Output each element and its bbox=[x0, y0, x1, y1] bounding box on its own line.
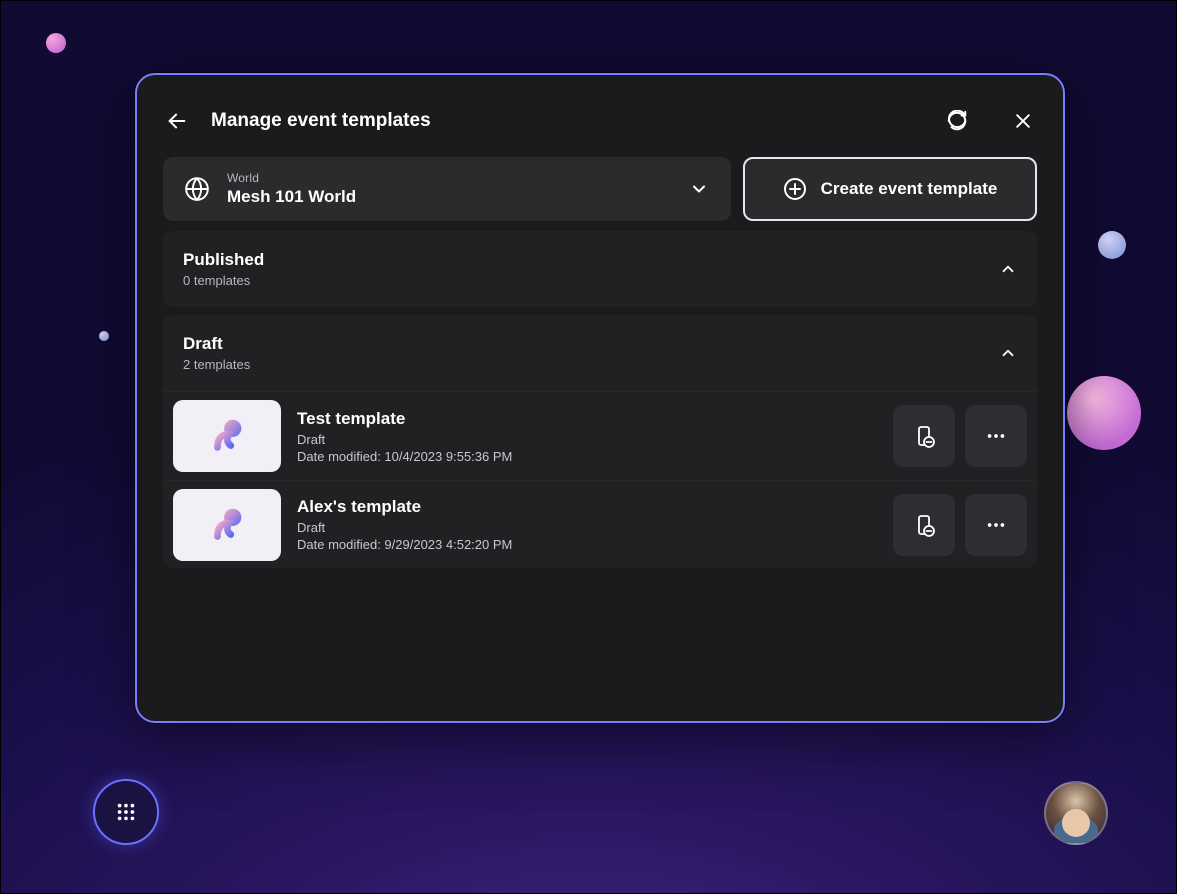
draft-rows: Test template Draft Date modified: 10/4/… bbox=[163, 391, 1037, 568]
background-orb bbox=[1098, 231, 1126, 259]
template-thumbnail bbox=[173, 489, 281, 561]
grid-icon bbox=[115, 801, 137, 823]
world-label: World bbox=[227, 171, 689, 185]
unpublish-button[interactable] bbox=[893, 405, 955, 467]
template-info: Test template Draft Date modified: 10/4/… bbox=[297, 409, 877, 464]
device-remove-icon bbox=[912, 424, 936, 448]
section-subtitle: 2 templates bbox=[183, 357, 250, 372]
template-name: Alex's template bbox=[297, 497, 877, 517]
template-thumbnail bbox=[173, 400, 281, 472]
ellipsis-icon bbox=[985, 425, 1007, 447]
refresh-icon bbox=[946, 110, 968, 132]
background-orb bbox=[99, 331, 109, 341]
ellipsis-icon bbox=[985, 514, 1007, 536]
user-avatar-button[interactable] bbox=[1044, 781, 1108, 845]
world-value: Mesh 101 World bbox=[227, 187, 689, 207]
dialog-header: Manage event templates bbox=[163, 101, 1037, 141]
create-event-template-button[interactable]: Create event template bbox=[743, 157, 1037, 221]
refresh-button[interactable] bbox=[943, 107, 971, 135]
manage-templates-dialog: Manage event templates World Mesh 101 Wo… bbox=[135, 73, 1065, 723]
section-subtitle: 0 templates bbox=[183, 273, 264, 288]
plus-circle-icon bbox=[783, 177, 807, 201]
toolbar: World Mesh 101 World Create event templa… bbox=[163, 157, 1037, 221]
globe-icon bbox=[181, 176, 213, 202]
create-button-label: Create event template bbox=[821, 179, 998, 199]
chevron-up-icon bbox=[999, 260, 1017, 278]
chevron-up-icon bbox=[999, 344, 1017, 362]
template-row[interactable]: Alex's template Draft Date modified: 9/2… bbox=[163, 480, 1037, 568]
arrow-left-icon bbox=[166, 110, 188, 132]
template-row[interactable]: Test template Draft Date modified: 10/4/… bbox=[163, 392, 1037, 480]
chevron-down-icon bbox=[689, 179, 709, 199]
app-menu-button[interactable] bbox=[93, 779, 159, 845]
template-name: Test template bbox=[297, 409, 877, 429]
section-published-header[interactable]: Published 0 templates bbox=[163, 231, 1037, 307]
template-date-modified: Date modified: 10/4/2023 9:55:36 PM bbox=[297, 449, 877, 464]
dialog-title: Manage event templates bbox=[211, 110, 905, 132]
world-selector[interactable]: World Mesh 101 World bbox=[163, 157, 731, 221]
template-status: Draft bbox=[297, 432, 877, 447]
more-button[interactable] bbox=[965, 494, 1027, 556]
close-icon bbox=[1013, 111, 1033, 131]
avatar-head bbox=[1062, 809, 1090, 837]
back-button[interactable] bbox=[163, 107, 191, 135]
more-button[interactable] bbox=[965, 405, 1027, 467]
section-title: Published bbox=[183, 250, 264, 270]
unpublish-button[interactable] bbox=[893, 494, 955, 556]
section-title: Draft bbox=[183, 334, 250, 354]
template-date-modified: Date modified: 9/29/2023 4:52:20 PM bbox=[297, 537, 877, 552]
section-published: Published 0 templates bbox=[163, 231, 1037, 307]
section-draft: Draft 2 templates Test template Draft Da… bbox=[163, 315, 1037, 568]
background-orb bbox=[1067, 376, 1141, 450]
template-status: Draft bbox=[297, 520, 877, 535]
device-remove-icon bbox=[912, 513, 936, 537]
background-orb bbox=[46, 33, 66, 53]
template-info: Alex's template Draft Date modified: 9/2… bbox=[297, 497, 877, 552]
close-button[interactable] bbox=[1009, 107, 1037, 135]
section-draft-header[interactable]: Draft 2 templates bbox=[163, 315, 1037, 391]
